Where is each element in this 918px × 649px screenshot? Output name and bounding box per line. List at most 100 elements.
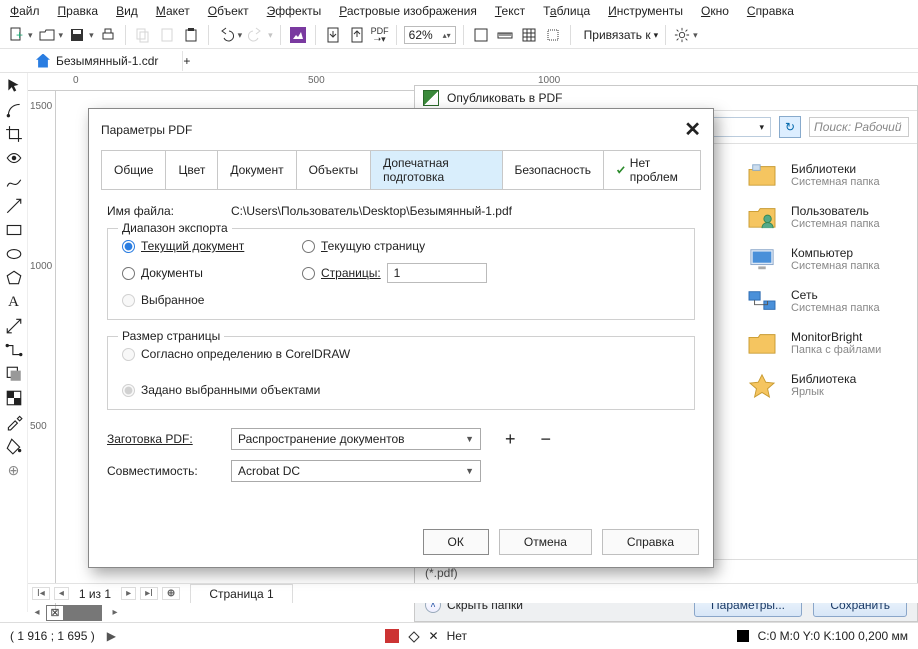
color-swatch[interactable] — [100, 605, 102, 621]
refresh-button[interactable]: ↻ — [779, 116, 801, 138]
drop-shadow-icon[interactable] — [5, 365, 23, 383]
open-icon[interactable] — [37, 25, 57, 45]
export-icon[interactable] — [347, 25, 367, 45]
last-page-button[interactable]: ▸I — [140, 587, 158, 600]
crop-tool-icon[interactable] — [5, 125, 23, 143]
print-icon[interactable] — [98, 25, 118, 45]
compat-select[interactable]: Acrobat DC▼ — [231, 460, 481, 482]
freehand-tool-icon[interactable] — [5, 173, 23, 191]
options-icon[interactable] — [673, 26, 691, 44]
status-none: Нет — [447, 629, 467, 643]
rulers-icon[interactable] — [495, 25, 515, 45]
undo-icon[interactable] — [216, 25, 236, 45]
menu-tools[interactable]: Инструменты — [608, 4, 683, 18]
next-page-button[interactable]: ▸ — [121, 587, 136, 600]
import-icon[interactable] — [323, 25, 343, 45]
search-input[interactable]: Поиск: Рабочий — [809, 117, 909, 137]
pages-input[interactable] — [387, 263, 487, 283]
snap-to-dropdown[interactable]: Привязать к▾ — [584, 28, 659, 42]
status-bucket-icon — [407, 629, 421, 643]
tab-5[interactable]: Безопасность — [503, 151, 605, 189]
copy-icon[interactable] — [133, 25, 153, 45]
page-tab[interactable]: Страница 1 — [190, 584, 292, 603]
radio-current-page[interactable]: Текущую страницу — [302, 239, 502, 253]
pick-tool-icon[interactable] — [5, 77, 23, 95]
computer-icon — [745, 244, 779, 274]
menu-help[interactable]: Справка — [747, 4, 794, 18]
paste-icon[interactable] — [157, 25, 177, 45]
radio-current-doc[interactable]: Текущий документ — [122, 239, 292, 253]
radio-documents[interactable]: Документы — [122, 266, 292, 280]
save-icon[interactable] — [67, 25, 87, 45]
parallel-dim-icon[interactable] — [5, 317, 23, 335]
preset-select[interactable]: Распространение документов▼ — [231, 428, 481, 450]
tab-0[interactable]: Общие — [102, 151, 166, 189]
palette-scroll-left[interactable]: ◂ — [28, 607, 46, 618]
text-tool-icon[interactable]: A — [5, 293, 23, 311]
dialog-tabs: ОбщиеЦветДокументОбъектыДопечатная подго… — [101, 150, 701, 190]
connector-tool-icon[interactable] — [5, 341, 23, 359]
zoom-combo[interactable]: 62%▴▾ — [404, 26, 456, 44]
tab-4[interactable]: Допечатная подготовка — [371, 151, 502, 189]
menu-bitmaps[interactable]: Растровые изображения — [339, 4, 477, 18]
help-button[interactable]: Справка — [602, 529, 699, 555]
grid-icon[interactable] — [519, 25, 539, 45]
smart-draw-icon[interactable] — [5, 197, 23, 215]
palette-scroll-right[interactable]: ▸ — [106, 607, 124, 618]
radio-pages[interactable]: Страницы: — [302, 266, 381, 280]
preset-label: Заготовка PDF: — [107, 432, 217, 446]
guides-icon[interactable] — [543, 25, 563, 45]
shape-tool-icon[interactable] — [5, 101, 23, 119]
first-page-button[interactable]: I◂ — [32, 587, 50, 600]
menu-window[interactable]: Окно — [701, 4, 729, 18]
size-legend: Размер страницы — [118, 329, 224, 343]
pdf-parameters-dialog: Параметры PDF ✕ ОбщиеЦветДокументОбъекты… — [88, 108, 714, 568]
close-button[interactable]: ✕ — [684, 117, 701, 142]
ellipse-tool-icon[interactable] — [5, 245, 23, 263]
ok-button[interactable]: ОК — [423, 529, 489, 555]
menu-edit[interactable]: Правка — [58, 4, 99, 18]
no-color-swatch[interactable]: ⊠ — [46, 605, 64, 621]
menu-view[interactable]: Вид — [116, 4, 138, 18]
menu-object[interactable]: Объект — [208, 4, 249, 18]
transparency-tool-icon[interactable] — [5, 389, 23, 407]
folder-item[interactable]: БиблиотекиСистемная папка — [745, 154, 907, 196]
menu-effects[interactable]: Эффекты — [267, 4, 322, 18]
image-tool-icon[interactable] — [288, 25, 308, 45]
clipboard-icon[interactable] — [181, 25, 201, 45]
prev-page-button[interactable]: ◂ — [54, 587, 69, 600]
menu-file[interactable]: Файл — [10, 4, 40, 18]
polygon-tool-icon[interactable] — [5, 269, 23, 287]
fullscreen-icon[interactable] — [471, 25, 491, 45]
menu-text[interactable]: Текст — [495, 4, 525, 18]
menu-layout[interactable]: Макет — [156, 4, 190, 18]
folder-item[interactable]: КомпьютерСистемная папка — [745, 238, 907, 280]
shortcut-icon — [745, 370, 779, 400]
folder-item[interactable]: MonitorBrightПапка с файлами — [745, 322, 907, 364]
tab-2[interactable]: Документ — [218, 151, 296, 189]
tab-6[interactable]: Нет проблем — [604, 151, 700, 189]
tab-1[interactable]: Цвет — [166, 151, 218, 189]
menu-table[interactable]: Таблица — [543, 4, 590, 18]
rectangle-tool-icon[interactable] — [5, 221, 23, 239]
tab-3[interactable]: Объекты — [297, 151, 372, 189]
add-page-button[interactable]: ⊕ — [162, 587, 180, 600]
fill-tool-icon[interactable] — [5, 437, 23, 455]
cancel-button[interactable]: Отмена — [499, 529, 592, 555]
zoom-tool-icon[interactable] — [5, 149, 23, 167]
compat-label: Совместимость: — [107, 464, 217, 478]
folder-item[interactable]: БиблиотекаЯрлык — [745, 364, 907, 406]
quick-customize-icon[interactable]: ⊕ — [5, 461, 23, 479]
folder-item[interactable]: СетьСистемная папка — [745, 280, 907, 322]
folder-item[interactable]: ПользовательСистемная папка — [745, 196, 907, 238]
new-tab-button[interactable]: + — [183, 54, 190, 68]
color-palette: ◂ ⊠ ▸ — [28, 603, 918, 622]
document-tab[interactable]: Безымянный-1.cdr — [28, 51, 183, 71]
pdf-export-icon[interactable]: PDF➝▾ — [371, 25, 389, 45]
eyedropper-tool-icon[interactable] — [5, 413, 23, 431]
menu-bar: Файл Правка Вид Макет Объект Эффекты Рас… — [0, 0, 918, 22]
play-icon[interactable]: ▶ — [107, 629, 116, 643]
preset-add-remove[interactable]: + − — [505, 429, 561, 450]
new-doc-icon[interactable]: + — [6, 25, 26, 45]
redo-icon[interactable] — [246, 25, 266, 45]
